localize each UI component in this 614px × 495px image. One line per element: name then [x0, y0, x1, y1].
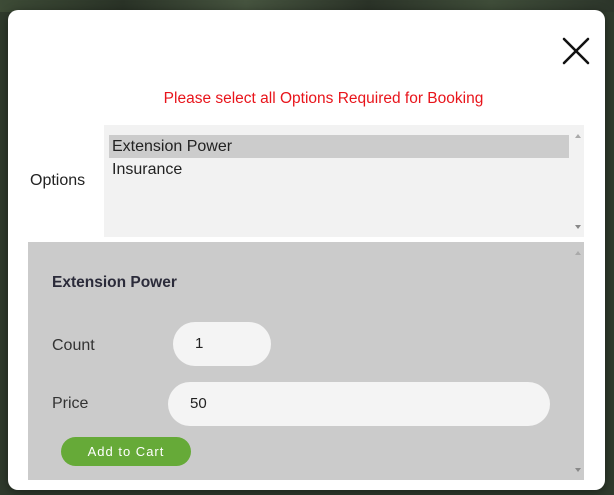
option-extension-power[interactable]: Extension Power	[109, 135, 569, 158]
add-to-cart-button[interactable]: Add to Cart	[61, 437, 191, 466]
options-listbox[interactable]: Extension Power Insurance	[104, 125, 584, 237]
panel-scroll-up-arrow-icon[interactable]	[575, 251, 581, 255]
count-label: Count	[52, 337, 95, 354]
price-input[interactable]: 50	[168, 382, 550, 426]
panel-scroll-down-arrow-icon[interactable]	[575, 468, 581, 472]
scroll-up-arrow-icon[interactable]	[575, 134, 581, 138]
count-input[interactable]: 1	[173, 322, 271, 366]
required-options-notice: Please select all Options Required for B…	[163, 90, 484, 107]
option-detail-title: Extension Power	[52, 274, 177, 291]
booking-options-modal: Please select all Options Required for B…	[8, 10, 605, 490]
option-detail-panel: Extension Power Count 1 Price 50 Add to …	[28, 242, 584, 480]
options-label: Options	[30, 172, 86, 189]
option-insurance[interactable]: Insurance	[109, 158, 569, 181]
scroll-down-arrow-icon[interactable]	[575, 225, 581, 229]
close-button[interactable]	[559, 34, 593, 68]
price-label: Price	[52, 395, 89, 412]
close-icon	[562, 37, 590, 65]
